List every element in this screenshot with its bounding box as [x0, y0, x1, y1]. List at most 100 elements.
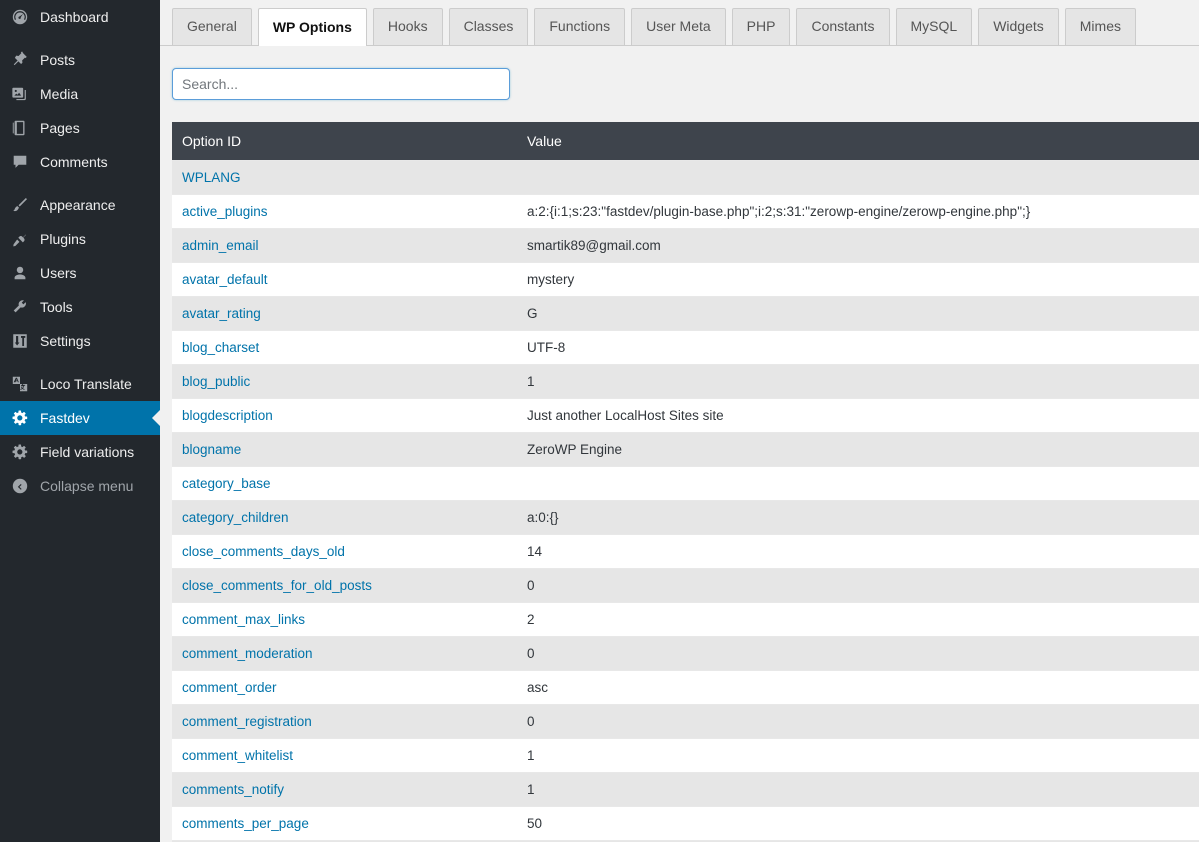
option-value-cell: 1: [517, 738, 1199, 773]
sidebar-item-label: Fastdev: [40, 410, 90, 426]
option-id-link[interactable]: comment_whitelist: [172, 738, 517, 773]
option-id-link[interactable]: blog_charset: [172, 330, 517, 365]
option-id-link[interactable]: blogname: [172, 432, 517, 467]
table-row: avatar_default mystery: [172, 262, 1199, 297]
sidebar-divider: [0, 358, 160, 367]
gear-icon: [10, 408, 30, 428]
table-row: close_comments_days_old 14: [172, 534, 1199, 569]
tab-widgets[interactable]: Widgets: [978, 8, 1059, 45]
option-id-link[interactable]: comment_max_links: [172, 602, 517, 637]
admin-sidebar: Dashboard Posts Media Pages Comments Appearan…: [0, 0, 160, 842]
table-row: comment_moderation 0: [172, 636, 1199, 671]
tab-mimes[interactable]: Mimes: [1064, 8, 1136, 45]
dashboard-icon: [10, 7, 30, 27]
option-value-cell: 2: [517, 602, 1199, 637]
sidebar-item-plugins[interactable]: Plugins: [0, 222, 160, 256]
column-header-value: Value: [517, 122, 1199, 161]
sidebar-item-label: Posts: [40, 52, 76, 68]
sidebar-item-users[interactable]: Users: [0, 256, 160, 290]
option-id-link[interactable]: close_comments_days_old: [172, 534, 517, 569]
option-id-link[interactable]: comment_registration: [172, 704, 517, 739]
option-value-cell: [517, 160, 1199, 195]
sidebar-item-label: Tools: [40, 299, 73, 315]
option-id-link[interactable]: active_plugins: [172, 194, 517, 229]
sidebar-item-label: Loco Translate: [40, 376, 132, 392]
option-id-link[interactable]: comment_order: [172, 670, 517, 705]
table-row: comment_registration 0: [172, 704, 1199, 739]
table-row: comment_order asc: [172, 670, 1199, 705]
table-row: comments_per_page 50: [172, 806, 1199, 841]
tab-constants[interactable]: Constants: [796, 8, 890, 45]
tab-classes[interactable]: Classes: [448, 8, 529, 45]
sidebar-item-dashboard[interactable]: Dashboard: [0, 0, 160, 34]
option-id-link[interactable]: category_base: [172, 466, 517, 501]
sidebar-item-label: Users: [40, 265, 77, 281]
sidebar-item-comments[interactable]: Comments: [0, 145, 160, 179]
sidebar-item-posts[interactable]: Posts: [0, 43, 160, 77]
sidebar-item-label: Media: [40, 86, 79, 102]
sidebar-item-label: Dashboard: [40, 9, 109, 25]
table-row: active_plugins a:2:{i:1;s:23:"fastdev/plu…: [172, 194, 1199, 229]
option-id-link[interactable]: blogdescription: [172, 398, 517, 433]
tab-wp-options[interactable]: WP Options: [257, 8, 367, 46]
table-header-row: Option ID Value: [172, 122, 1199, 161]
option-value-cell: mystery: [517, 262, 1199, 297]
content-area: Option ID Value WPLANGactive_pluginsa:2:…: [160, 46, 1199, 842]
sidebar-item-media[interactable]: Media: [0, 77, 160, 111]
tab-user-meta[interactable]: User Meta: [631, 8, 726, 45]
table-row: category_children a:0:{}: [172, 500, 1199, 535]
table-body: WPLANG active_plugins a:2:{i:1;s:23:"fastd…: [172, 160, 1199, 842]
tab-functions[interactable]: Functions: [534, 8, 626, 45]
option-id-link[interactable]: WPLANG: [172, 160, 517, 195]
option-id-link[interactable]: comments_notify: [172, 772, 517, 807]
option-value-cell: UTF-8: [517, 330, 1199, 365]
table-row: blogdescription Just another LocalHost Si…: [172, 398, 1199, 433]
option-value-cell: ZeroWP Engine: [517, 432, 1199, 467]
tab-general[interactable]: General: [172, 8, 252, 45]
sidebar-divider: [0, 34, 160, 43]
option-value-cell: Just another LocalHost Sites site: [517, 398, 1199, 433]
sidebar-item-pages[interactable]: Pages: [0, 111, 160, 145]
sliders-icon: [10, 331, 30, 351]
option-id-link[interactable]: blog_public: [172, 364, 517, 399]
option-id-link[interactable]: avatar_rating: [172, 296, 517, 331]
sidebar-item-tools[interactable]: Tools: [0, 290, 160, 324]
wp-options-table: Option ID Value WPLANG active_plugins a:2:…: [172, 122, 1199, 842]
sidebar-item-appearance[interactable]: Appearance: [0, 188, 160, 222]
admin-screen: Dashboard Posts Media Pages Comments Appearan…: [0, 0, 1199, 842]
sidebar-item-label: Collapse menu: [40, 478, 134, 494]
table-head: Option ID Value: [172, 122, 1199, 161]
tab-mysql[interactable]: MySQL: [895, 8, 973, 45]
sidebar-item-settings[interactable]: Settings: [0, 324, 160, 358]
sidebar-item-field-variations[interactable]: Field variations: [0, 435, 160, 469]
tab-php[interactable]: PHP: [731, 8, 791, 45]
sidebar-item-fastdev[interactable]: Fastdev: [0, 401, 160, 435]
sidebar-item-loco-translate[interactable]: Loco Translate: [0, 367, 160, 401]
option-id-link[interactable]: admin_email: [172, 228, 517, 263]
option-id-link[interactable]: category_children: [172, 500, 517, 535]
option-id-link[interactable]: close_comments_for_old_posts: [172, 568, 517, 603]
table-row: close_comments_for_old_posts 0: [172, 568, 1199, 603]
option-value-cell: a:0:{}: [517, 500, 1199, 535]
main-content: General WP Options Hooks Classes Functions Us…: [160, 0, 1199, 842]
option-id-link[interactable]: avatar_default: [172, 262, 517, 297]
table-row: blog_charset UTF-8: [172, 330, 1199, 365]
brush-icon: [10, 195, 30, 215]
collapse-menu-button[interactable]: Collapse menu: [0, 469, 160, 503]
sidebar-item-label: Settings: [40, 333, 91, 349]
wrench-icon: [10, 297, 30, 317]
option-value-cell: 0: [517, 704, 1199, 739]
search-input[interactable]: [172, 68, 510, 100]
tab-hooks[interactable]: Hooks: [372, 8, 443, 45]
table-row: comment_max_links 2: [172, 602, 1199, 637]
option-value-cell: [517, 466, 1199, 501]
search-container: [172, 68, 1199, 100]
option-value-cell: a:2:{i:1;s:23:"fastdev/plugin-base.php";…: [517, 194, 1199, 229]
translate-icon: [10, 374, 30, 394]
option-value-cell: 0: [517, 636, 1199, 671]
pages-icon: [10, 118, 30, 138]
option-id-link[interactable]: comments_per_page: [172, 806, 517, 841]
table-row: WPLANG: [172, 160, 1199, 195]
sidebar-divider: [0, 179, 160, 188]
option-id-link[interactable]: comment_moderation: [172, 636, 517, 671]
